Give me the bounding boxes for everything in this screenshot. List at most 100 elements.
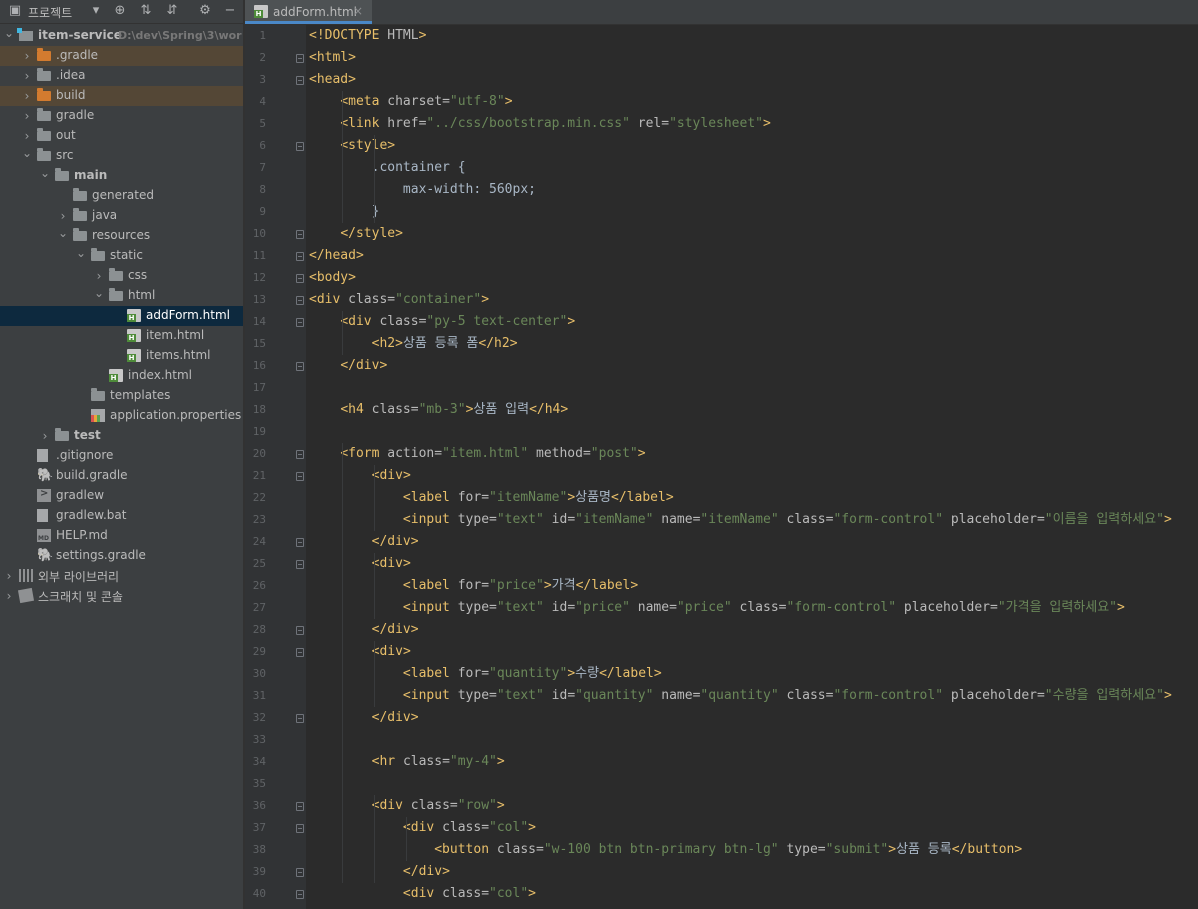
code-line[interactable]: <h4 class="mb-3">상품 입력</h4>: [309, 399, 568, 421]
fold-toggle-icon[interactable]: [296, 890, 304, 899]
code-line[interactable]: <button class="w-100 btn btn-primary btn…: [309, 839, 1022, 861]
fold-toggle-icon[interactable]: [296, 362, 304, 371]
tree-item[interactable]: ⌄ html: [0, 286, 243, 306]
tree-item[interactable]: 🐘 settings.gradle: [0, 546, 243, 566]
code-line[interactable]: </head>: [309, 245, 364, 267]
expand-all-icon[interactable]: ⇅: [138, 3, 154, 19]
chevron-down-icon[interactable]: ⌄: [57, 226, 69, 240]
code-line[interactable]: }: [309, 201, 380, 223]
tree-item[interactable]: gradlew: [0, 486, 243, 506]
fold-toggle-icon[interactable]: [296, 824, 304, 833]
minimize-icon[interactable]: −: [222, 3, 238, 19]
code-line[interactable]: <input type="text" id="quantity" name="q…: [309, 685, 1172, 707]
tree-item[interactable]: ⌄ static: [0, 246, 243, 266]
tree-item[interactable]: ⌄ item-service D:\dev\Spring\3\wor: [0, 26, 243, 46]
code-line[interactable]: <div>: [309, 641, 411, 663]
chevron-down-icon[interactable]: ⌄: [75, 246, 87, 260]
fold-toggle-icon[interactable]: [296, 802, 304, 811]
code-line[interactable]: <form action="item.html" method="post">: [309, 443, 645, 465]
fold-toggle-icon[interactable]: [296, 54, 304, 63]
tree-item[interactable]: › gradle: [0, 106, 243, 126]
gear-icon[interactable]: ⚙: [197, 3, 213, 19]
code-line[interactable]: </div>: [309, 531, 419, 553]
fold-toggle-icon[interactable]: [296, 560, 304, 569]
code-line[interactable]: <hr class="my-4">: [309, 751, 505, 773]
tree-item[interactable]: addForm.html: [0, 306, 243, 326]
fold-toggle-icon[interactable]: [296, 626, 304, 635]
chevron-right-icon[interactable]: ›: [3, 569, 15, 583]
tree-item[interactable]: › .gradle: [0, 46, 243, 66]
code-line[interactable]: <label for="itemName">상품명</label>: [309, 487, 674, 509]
fold-toggle-icon[interactable]: [296, 538, 304, 547]
fold-toggle-icon[interactable]: [296, 472, 304, 481]
chevron-right-icon[interactable]: ›: [93, 269, 105, 283]
close-tab-icon[interactable]: ×: [353, 4, 363, 18]
tab-addform-html[interactable]: addForm.html ×: [245, 0, 372, 24]
tree-item[interactable]: ⌄ resources: [0, 226, 243, 246]
code-line[interactable]: <html>: [309, 47, 356, 69]
code-editor[interactable]: <!DOCTYPE HTML> <html> <head> <meta charse…: [306, 25, 1198, 909]
tree-item[interactable]: › java: [0, 206, 243, 226]
collapse-all-icon[interactable]: ⇵: [164, 3, 180, 19]
tree-item[interactable]: .gitignore: [0, 446, 243, 466]
tree-item[interactable]: › out: [0, 126, 243, 146]
tree-item[interactable]: ⌄ main: [0, 166, 243, 186]
tree-item[interactable]: gradlew.bat: [0, 506, 243, 526]
fold-toggle-icon[interactable]: [296, 318, 304, 327]
fold-toggle-icon[interactable]: [296, 230, 304, 239]
chevron-right-icon[interactable]: ›: [21, 129, 33, 143]
chevron-down-icon[interactable]: ⌄: [21, 146, 33, 160]
chevron-down-icon[interactable]: ⌄: [3, 26, 15, 40]
tree-item[interactable]: items.html: [0, 346, 243, 366]
chevron-down-icon[interactable]: ▾: [88, 3, 104, 19]
code-line[interactable]: <div class="col">: [309, 883, 536, 905]
fold-toggle-icon[interactable]: [296, 868, 304, 877]
locate-icon[interactable]: ⊕: [112, 3, 128, 19]
code-line[interactable]: <div>: [309, 553, 411, 575]
fold-toggle-icon[interactable]: [296, 76, 304, 85]
tree-item[interactable]: 🐘 build.gradle: [0, 466, 243, 486]
code-line[interactable]: <style>: [309, 135, 395, 157]
code-line[interactable]: </div>: [309, 355, 387, 377]
code-line[interactable]: <div class="row">: [309, 795, 505, 817]
tree-item[interactable]: application.properties: [0, 406, 243, 426]
fold-toggle-icon[interactable]: [296, 296, 304, 305]
window-icon[interactable]: ▣: [7, 3, 23, 19]
code-line[interactable]: <label for="price">가격</label>: [309, 575, 638, 597]
tree-item[interactable]: › test: [0, 426, 243, 446]
chevron-down-icon[interactable]: ⌄: [93, 286, 105, 300]
code-line[interactable]: </style>: [309, 223, 403, 245]
code-line[interactable]: .container {: [309, 157, 466, 179]
tree-item[interactable]: HELP.md: [0, 526, 243, 546]
tree-item[interactable]: › css: [0, 266, 243, 286]
code-line[interactable]: <head>: [309, 69, 356, 91]
code-line[interactable]: <input type="text" id="price" name="pric…: [309, 597, 1125, 619]
chevron-right-icon[interactable]: ›: [21, 49, 33, 63]
code-line[interactable]: <div class="col">: [309, 817, 536, 839]
code-line[interactable]: </div>: [309, 707, 419, 729]
tree-item[interactable]: index.html: [0, 366, 243, 386]
tree-item[interactable]: › build: [0, 86, 243, 106]
project-panel-title[interactable]: 프로젝트: [28, 4, 72, 21]
chevron-right-icon[interactable]: ›: [21, 89, 33, 103]
chevron-right-icon[interactable]: ›: [21, 109, 33, 123]
code-line[interactable]: max-width: 560px;: [309, 179, 536, 201]
chevron-right-icon[interactable]: ›: [57, 209, 69, 223]
code-line[interactable]: <input type="text" id="itemName" name="i…: [309, 509, 1172, 531]
code-line[interactable]: <meta charset="utf-8">: [309, 91, 512, 113]
chevron-right-icon[interactable]: ›: [3, 589, 15, 603]
code-line[interactable]: <div class="container">: [309, 289, 489, 311]
chevron-right-icon[interactable]: ›: [21, 69, 33, 83]
fold-toggle-icon[interactable]: [296, 274, 304, 283]
code-line[interactable]: <link href="../css/bootstrap.min.css" re…: [309, 113, 771, 135]
fold-toggle-icon[interactable]: [296, 450, 304, 459]
code-line[interactable]: <h2>상품 등록 폼</h2>: [309, 333, 518, 355]
tree-item[interactable]: › 스크래치 및 콘솔: [0, 586, 243, 606]
fold-toggle-icon[interactable]: [296, 142, 304, 151]
fold-toggle-icon[interactable]: [296, 648, 304, 657]
code-line[interactable]: <!DOCTYPE HTML>: [309, 25, 426, 47]
tree-item[interactable]: generated: [0, 186, 243, 206]
code-line[interactable]: <div class="py-5 text-center">: [309, 311, 575, 333]
code-line[interactable]: <div>: [309, 465, 411, 487]
tree-item[interactable]: templates: [0, 386, 243, 406]
